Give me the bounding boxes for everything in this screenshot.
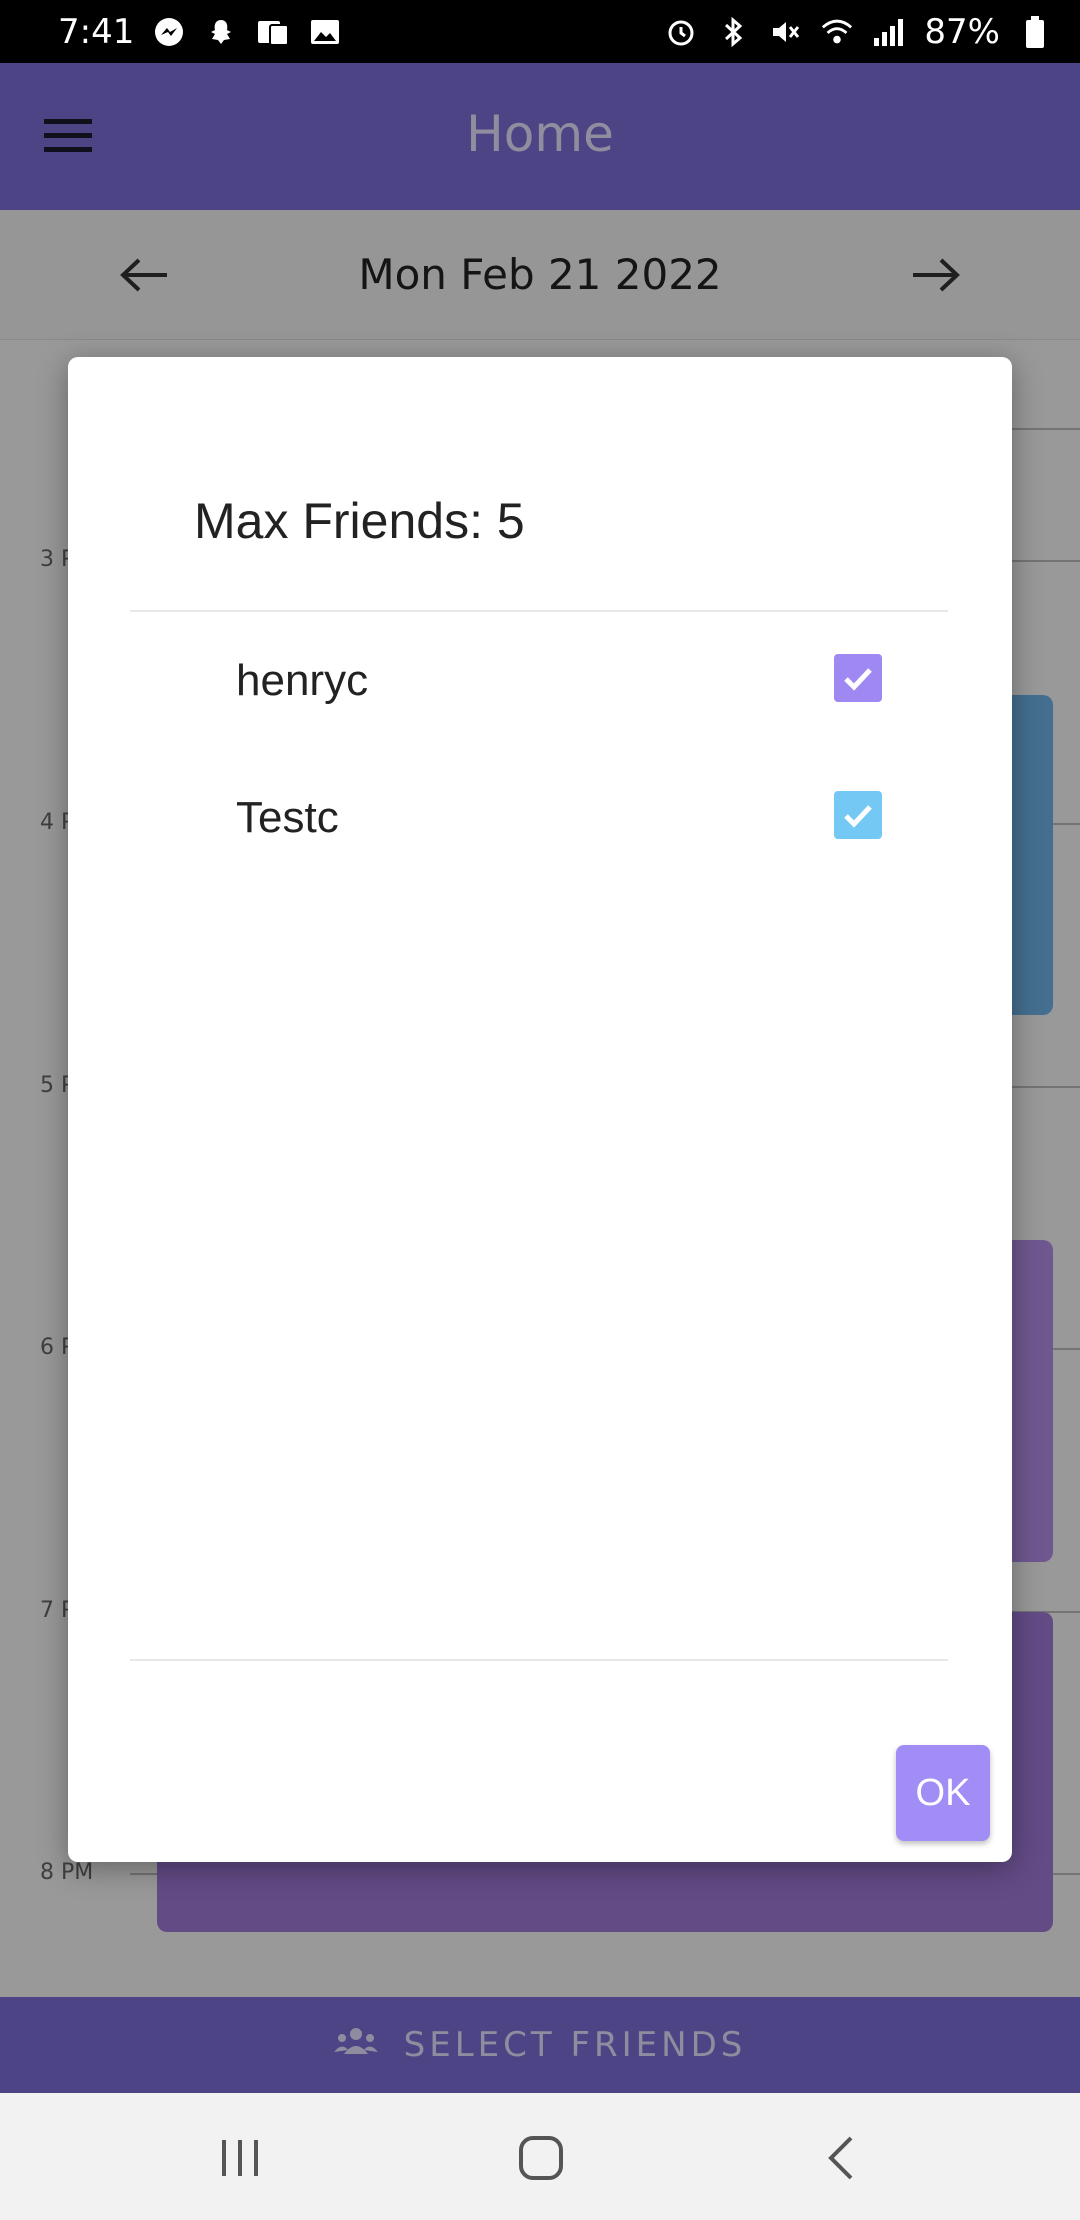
- battery-percent: 87%: [924, 11, 1000, 52]
- ok-button[interactable]: OK: [896, 1745, 990, 1841]
- dialog-title: Max Friends: 5: [194, 493, 525, 549]
- gallery-icon: [308, 15, 342, 49]
- device-icon: [256, 15, 290, 49]
- friend-name: henryc: [236, 656, 369, 705]
- wifi-icon: [820, 15, 854, 49]
- messenger-icon: [152, 15, 186, 49]
- system-nav-bar: [0, 2093, 1080, 2220]
- mute-icon: [768, 15, 802, 49]
- divider: [130, 1659, 948, 1661]
- friend-name: Testc: [236, 793, 339, 842]
- friend-checkbox[interactable]: [834, 791, 882, 839]
- battery-icon: [1018, 15, 1052, 49]
- back-icon[interactable]: [813, 2128, 873, 2188]
- friend-row[interactable]: Testc: [130, 771, 948, 871]
- status-time: 7:41: [58, 11, 135, 52]
- alarm-icon: [664, 15, 698, 49]
- recent-apps-icon[interactable]: [210, 2128, 270, 2188]
- select-friends-dialog: Max Friends: 5 henryc Testc OK: [68, 357, 1012, 1862]
- divider: [130, 610, 948, 612]
- check-icon: [844, 805, 872, 828]
- snapchat-icon: [204, 15, 238, 49]
- friend-row[interactable]: henryc: [130, 634, 948, 734]
- status-bar: 7:41 87%: [0, 0, 1080, 63]
- signal-icon: [872, 15, 906, 49]
- check-icon: [844, 668, 872, 691]
- friend-checkbox[interactable]: [834, 654, 882, 702]
- bluetooth-icon: [716, 15, 750, 49]
- home-icon[interactable]: [511, 2128, 571, 2188]
